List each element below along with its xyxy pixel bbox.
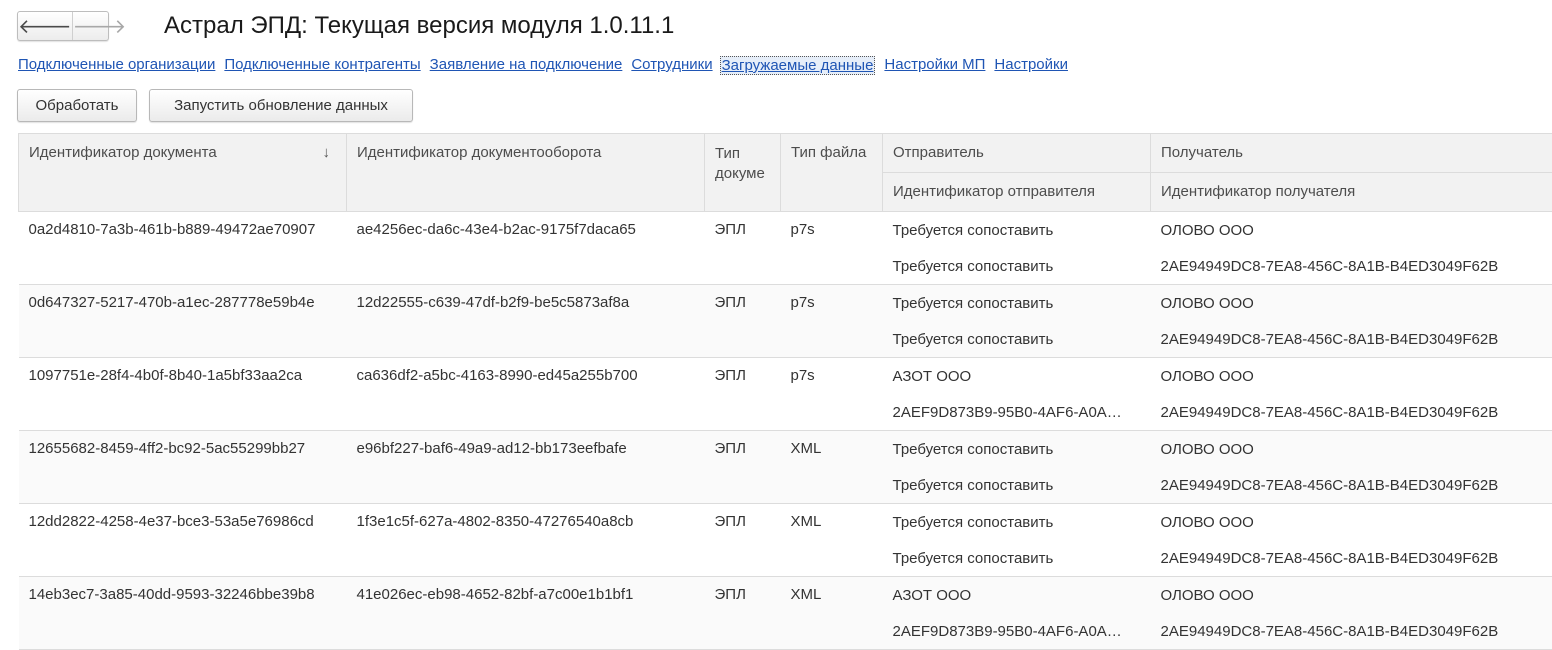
cell-flow-id[interactable]: ca636df2-a5bc-4163-8990-ed45a255b700 (347, 358, 705, 431)
cell-flow-id[interactable]: 1f3e1c5f-627a-4802-8350-47276540a8cb (347, 504, 705, 577)
cell-sender-id[interactable]: Требуется сопоставить (883, 540, 1151, 577)
cell-receiver[interactable]: ОЛОВО ООО (1151, 212, 1552, 249)
cell-file-type[interactable]: XML (781, 431, 883, 504)
cell-document-id[interactable]: 1097751e-28f4-4b0f-8b40-1a5bf33aa2ca (19, 358, 347, 431)
link-loaded-data[interactable]: Загружаемые данные (720, 56, 876, 75)
cell-flow-id[interactable]: e96bf227-baf6-49a9-ad12-bb173eefbafe (347, 431, 705, 504)
cell-receiver-id[interactable]: 2AE94949DC8-7EA8-456C-8A1B-B4ED3049F62B (1151, 467, 1552, 504)
navigation-buttons: 🡐 🡒 (17, 11, 109, 41)
cell-file-type[interactable]: XML (781, 504, 883, 577)
cell-flow-id[interactable]: 41e026ec-eb98-4652-82bf-a7c00e1b1bf1 (347, 577, 705, 650)
cell-document-id[interactable]: 12dd2822-4258-4e37-bce3-53a5e76986cd (19, 504, 347, 577)
cell-sender-id[interactable]: Требуется сопоставить (883, 248, 1151, 285)
cell-document-id[interactable]: 0a2d4810-7a3b-461b-b889-49472ae70907 (19, 212, 347, 285)
link-employees[interactable]: Сотрудники (631, 56, 712, 75)
cell-sender-id[interactable]: Требуется сопоставить (883, 321, 1151, 358)
cell-sender-id[interactable]: 2AEF9D873B9-95B0-4AF6-A0A… (883, 394, 1151, 431)
cell-receiver[interactable]: ОЛОВО ООО (1151, 358, 1552, 395)
cell-document-id[interactable]: 14eb3ec7-3a85-40dd-9593-32246bbe39b8 (19, 577, 347, 650)
cell-doc-type[interactable]: ЭПЛ (705, 577, 781, 650)
table-row[interactable]: 12655682-8459-4ff2-bc92-5ac55299bb27e96b… (19, 431, 1552, 468)
cell-sender[interactable]: Требуется сопоставить (883, 212, 1151, 249)
cell-doc-type[interactable]: ЭПЛ (705, 285, 781, 358)
cell-file-type[interactable]: p7s (781, 285, 883, 358)
arrow-right-icon: 🡒 (73, 14, 127, 39)
cell-flow-id[interactable]: ae4256ec-da6c-43e4-b2ac-9175f7daca65 (347, 212, 705, 285)
arrow-left-icon: 🡐 (18, 14, 72, 39)
sort-arrow-icon: ↓ (323, 144, 331, 161)
start-data-update-button[interactable]: Запустить обновление данных (149, 89, 413, 122)
window-title: Астрал ЭПД: Текущая версия модуля 1.0.11… (164, 12, 674, 40)
cell-file-type[interactable]: p7s (781, 212, 883, 285)
cell-receiver[interactable]: ОЛОВО ООО (1151, 504, 1552, 541)
link-connection-application[interactable]: Заявление на подключение (430, 56, 623, 75)
column-header-sender[interactable]: Отправитель (883, 134, 1151, 173)
process-button[interactable]: Обработать (17, 89, 137, 122)
column-header-flow-id[interactable]: Идентификатор документооборота (347, 134, 705, 212)
cell-sender-id[interactable]: 2AEF9D873B9-95B0-4AF6-A0A… (883, 613, 1151, 650)
column-header-sender-id[interactable]: Идентификатор отправителя (883, 173, 1151, 212)
column-header-doc-type[interactable]: Тип докуме (705, 134, 781, 212)
column-header-file-type[interactable]: Тип файла (781, 134, 883, 212)
link-settings[interactable]: Настройки (994, 56, 1068, 75)
cell-sender[interactable]: Требуется сопоставить (883, 431, 1151, 468)
cell-sender[interactable]: АЗОТ ООО (883, 577, 1151, 614)
cell-file-type[interactable]: p7s (781, 358, 883, 431)
column-header-receiver-id[interactable]: Идентификатор получателя (1151, 173, 1552, 212)
table-row[interactable]: 12dd2822-4258-4e37-bce3-53a5e76986cd1f3e… (19, 504, 1552, 541)
back-button[interactable]: 🡐 (18, 12, 72, 40)
cell-sender[interactable]: Требуется сопоставить (883, 504, 1151, 541)
table-row[interactable]: 0a2d4810-7a3b-461b-b889-49472ae70907ae42… (19, 212, 1552, 249)
cell-receiver-id[interactable]: 2AE94949DC8-7EA8-456C-8A1B-B4ED3049F62B (1151, 248, 1552, 285)
section-links: Подключенные организации Подключенные ко… (18, 56, 1077, 75)
cell-receiver-id[interactable]: 2AE94949DC8-7EA8-456C-8A1B-B4ED3049F62B (1151, 540, 1552, 577)
cell-receiver-id[interactable]: 2AE94949DC8-7EA8-456C-8A1B-B4ED3049F62B (1151, 394, 1552, 431)
cell-flow-id[interactable]: 12d22555-c639-47df-b2f9-be5c5873af8a (347, 285, 705, 358)
documents-table: Идентификатор документа↓ Идентификатор д… (18, 133, 1552, 650)
table-body: 0a2d4810-7a3b-461b-b889-49472ae70907ae42… (19, 212, 1552, 650)
link-mp-settings[interactable]: Настройки МП (884, 56, 985, 75)
cell-doc-type[interactable]: ЭПЛ (705, 358, 781, 431)
link-connected-counterparties[interactable]: Подключенные контрагенты (224, 56, 420, 75)
cell-document-id[interactable]: 0d647327-5217-470b-a1ec-287778e59b4e (19, 285, 347, 358)
column-header-document-id[interactable]: Идентификатор документа↓ (19, 134, 347, 212)
column-header-receiver[interactable]: Получатель (1151, 134, 1552, 173)
cell-file-type[interactable]: XML (781, 577, 883, 650)
cell-sender-id[interactable]: Требуется сопоставить (883, 467, 1151, 504)
cell-receiver[interactable]: ОЛОВО ООО (1151, 285, 1552, 322)
cell-doc-type[interactable]: ЭПЛ (705, 431, 781, 504)
cell-doc-type[interactable]: ЭПЛ (705, 504, 781, 577)
cell-sender[interactable]: Требуется сопоставить (883, 285, 1151, 322)
cell-receiver[interactable]: ОЛОВО ООО (1151, 577, 1552, 614)
cell-doc-type[interactable]: ЭПЛ (705, 212, 781, 285)
table-row[interactable]: 0d647327-5217-470b-a1ec-287778e59b4e12d2… (19, 285, 1552, 322)
cell-receiver-id[interactable]: 2AE94949DC8-7EA8-456C-8A1B-B4ED3049F62B (1151, 321, 1552, 358)
table-row[interactable]: 1097751e-28f4-4b0f-8b40-1a5bf33aa2caca63… (19, 358, 1552, 395)
cell-sender[interactable]: АЗОТ ООО (883, 358, 1151, 395)
cell-receiver-id[interactable]: 2AE94949DC8-7EA8-456C-8A1B-B4ED3049F62B (1151, 613, 1552, 650)
table-row[interactable]: 14eb3ec7-3a85-40dd-9593-32246bbe39b841e0… (19, 577, 1552, 614)
link-connected-organizations[interactable]: Подключенные организации (18, 56, 215, 75)
forward-button[interactable]: 🡒 (72, 12, 127, 40)
cell-receiver[interactable]: ОЛОВО ООО (1151, 431, 1552, 468)
cell-document-id[interactable]: 12655682-8459-4ff2-bc92-5ac55299bb27 (19, 431, 347, 504)
